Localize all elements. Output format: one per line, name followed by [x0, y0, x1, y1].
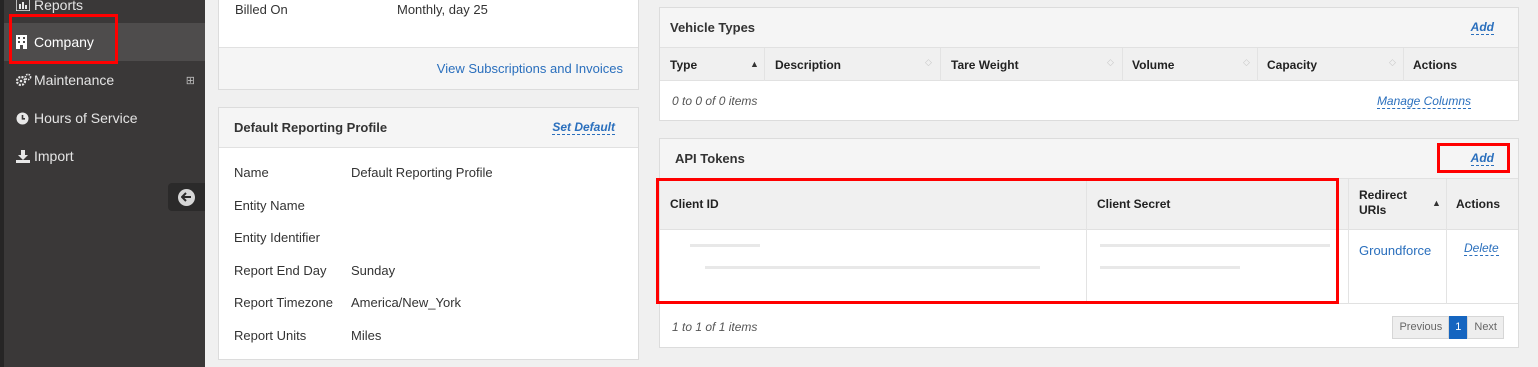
vehicle-types-table-header: Type ▲ Description ◇ Tare Weight ◇ Volum… — [660, 48, 1518, 81]
sidebar-item-import[interactable]: Import — [4, 137, 205, 175]
row-value: Sunday — [351, 263, 396, 278]
row-value: Miles — [351, 328, 382, 343]
row-label: Report Units — [234, 328, 307, 343]
billing-panel: Billed On Monthly, day 25 View Subscripti… — [218, 0, 639, 90]
col-capacity[interactable]: Capacity — [1267, 58, 1317, 72]
sidebar-item-label: Maintenance — [34, 72, 115, 88]
column-divider — [1348, 230, 1349, 304]
billed-on-row: Billed On Monthly, day 25 — [235, 2, 488, 17]
highlight-credentials — [656, 178, 1339, 304]
col-description[interactable]: Description — [775, 58, 841, 72]
column-divider — [764, 48, 765, 81]
download-icon — [16, 149, 34, 163]
gears-icon — [16, 73, 34, 87]
redirect-uri-link[interactable]: Groundforce — [1359, 240, 1439, 261]
sort-icon[interactable]: ◇ — [1243, 57, 1250, 68]
vehicle-types-add-link[interactable]: Add — [1470, 20, 1494, 35]
sidebar-item-label: Reports — [34, 0, 84, 13]
highlight-add-token — [1437, 143, 1510, 173]
row-value: Default Reporting Profile — [351, 165, 493, 180]
row-label: Entity Name — [234, 198, 305, 213]
sort-asc-icon[interactable]: ▲ — [750, 59, 759, 69]
column-divider — [1348, 179, 1349, 230]
profile-row-report-units: Report Units Miles — [234, 328, 381, 343]
column-divider — [1403, 48, 1404, 81]
set-default-link[interactable]: Set Default — [552, 120, 615, 135]
bar-chart-icon — [16, 0, 34, 11]
arrow-left-icon — [178, 188, 195, 206]
sort-asc-icon[interactable]: ▲ — [1432, 198, 1441, 208]
row-label: Report End Day — [234, 263, 327, 278]
panel-title: Vehicle Types — [670, 20, 756, 35]
billing-footer: View Subscriptions and Invoices — [219, 47, 638, 89]
sidebar-item-label: Hours of Service — [34, 110, 138, 126]
column-divider — [1122, 48, 1123, 81]
view-subscriptions-link[interactable]: View Subscriptions and Invoices — [437, 61, 623, 76]
profile-row-report-timezone: Report Timezone America/New_York — [234, 295, 461, 310]
vehicle-types-panel: Vehicle Types Add Type ▲ Description ◇ T… — [659, 7, 1519, 121]
clock-icon — [16, 112, 34, 125]
billed-on-value: Monthly, day 25 — [397, 2, 488, 17]
profile-row-entity-identifier: Entity Identifier — [234, 230, 351, 245]
panel-title: API Tokens — [675, 151, 745, 166]
sidebar-item-maintenance[interactable]: Maintenance ⊞ — [4, 61, 205, 99]
vehicle-types-count: 0 to 0 of 0 items — [672, 94, 758, 108]
profile-row-entity-name: Entity Name — [234, 198, 351, 213]
column-divider — [1257, 48, 1258, 81]
highlight-company — [9, 14, 118, 64]
row-label: Report Timezone — [234, 295, 333, 310]
page-1-button[interactable]: 1 — [1449, 316, 1468, 339]
col-volume[interactable]: Volume — [1132, 58, 1174, 72]
col-redirect-uris[interactable]: Redirect URIs — [1359, 188, 1419, 218]
delete-link[interactable]: Delete — [1464, 241, 1499, 256]
column-divider — [1446, 230, 1447, 304]
pagination: Previous 1 Next — [1392, 316, 1504, 339]
row-label: Name — [234, 165, 269, 180]
row-value: America/New_York — [351, 295, 462, 310]
api-tokens-count: 1 to 1 of 1 items — [672, 320, 758, 334]
api-tokens-header: API Tokens Add — [660, 139, 1518, 179]
manage-columns-link[interactable]: Manage Columns — [1376, 94, 1471, 109]
profile-row-report-end-day: Report End Day Sunday — [234, 263, 395, 278]
sidebar-collapse-button[interactable] — [168, 183, 205, 211]
sort-icon[interactable]: ◇ — [925, 57, 932, 68]
sort-icon[interactable]: ◇ — [1389, 57, 1396, 68]
col-actions: Actions — [1456, 197, 1501, 211]
sidebar-item-label: Import — [34, 148, 74, 164]
vehicle-types-header: Vehicle Types Add — [660, 8, 1518, 48]
column-divider — [1446, 179, 1447, 230]
profile-row-name: Name Default Reporting Profile — [234, 165, 493, 180]
row-label: Entity Identifier — [234, 230, 320, 245]
expand-icon[interactable]: ⊞ — [186, 74, 195, 87]
sidebar-item-hours-of-service[interactable]: Hours of Service — [4, 99, 205, 137]
reporting-profile-panel: Default Reporting Profile Set Default Na… — [218, 107, 639, 360]
sort-icon[interactable]: ◇ — [1107, 57, 1114, 68]
panel-title: Default Reporting Profile — [234, 120, 388, 135]
col-actions: Actions — [1413, 58, 1458, 72]
col-type[interactable]: Type — [670, 58, 697, 72]
reporting-profile-header: Default Reporting Profile Set Default — [219, 108, 638, 148]
column-divider — [940, 48, 941, 81]
previous-page-button[interactable]: Previous — [1392, 316, 1450, 339]
next-page-button[interactable]: Next — [1467, 316, 1504, 339]
billed-on-label: Billed On — [235, 2, 288, 17]
col-tare-weight[interactable]: Tare Weight — [951, 58, 1019, 72]
